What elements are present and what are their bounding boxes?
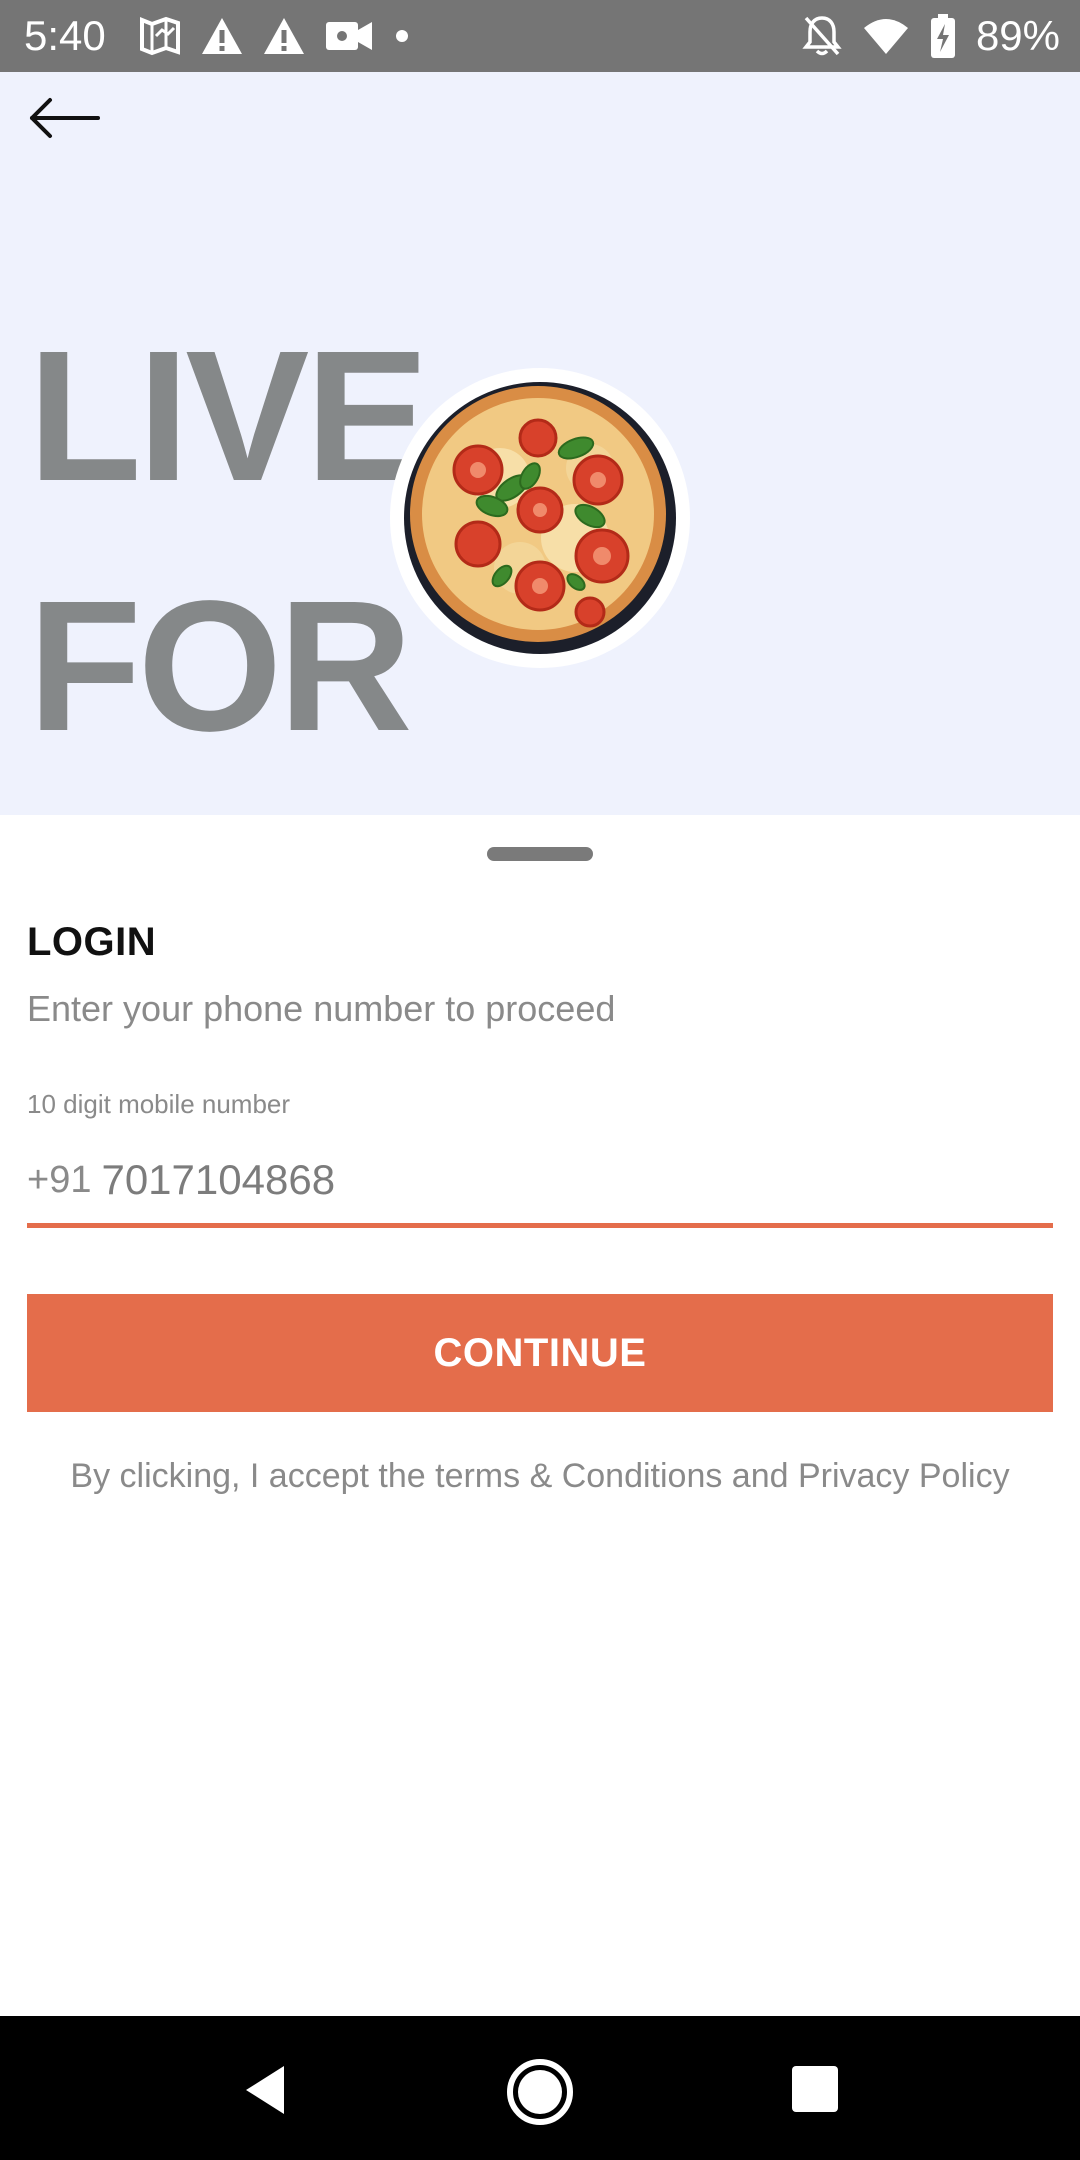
phone-input-field[interactable]: +91 7017104868 <box>27 1150 1053 1210</box>
warning-icon <box>202 18 242 54</box>
wifi-icon <box>863 19 908 54</box>
dot-icon <box>396 30 408 42</box>
status-time: 5:40 <box>24 12 106 59</box>
terms-text[interactable]: By clicking, I accept the terms & Condit… <box>0 1457 1080 1496</box>
recents-square-icon[interactable] <box>786 2060 846 2120</box>
status-bar: 5:40 89% <box>0 0 1080 72</box>
phone-input-underline <box>27 1223 1053 1228</box>
hero-banner: LIVE FOR <box>0 72 1080 815</box>
bell-off-icon <box>802 16 842 56</box>
back-arrow-icon[interactable] <box>26 90 102 146</box>
sheet-drag-handle[interactable] <box>487 847 593 861</box>
pizza-image <box>390 368 690 668</box>
phone-number-input[interactable]: 7017104868 <box>101 1156 335 1204</box>
login-title: LOGIN <box>27 920 157 964</box>
navigation-bar <box>0 2016 1080 2160</box>
home-circle-icon[interactable] <box>504 2056 576 2128</box>
country-code-prefix: +91 <box>27 1158 92 1201</box>
status-icons-left <box>138 14 412 58</box>
warning-icon <box>264 18 304 54</box>
phone-field-label: 10 digit mobile number <box>27 1089 291 1119</box>
hero-word-for: FOR <box>28 563 413 770</box>
pizza-illustration <box>404 382 676 654</box>
continue-button[interactable]: CONTINUE <box>27 1294 1053 1412</box>
back-triangle-icon[interactable] <box>238 2060 298 2120</box>
hero-word-live: LIVE <box>28 313 429 520</box>
video-camera-icon <box>326 22 372 50</box>
map-icon <box>140 16 180 56</box>
login-subtitle: Enter your phone number to proceed <box>27 988 616 1029</box>
battery-percentage: 89% <box>975 12 1060 59</box>
status-icons-right: 89% <box>802 12 1060 60</box>
battery-charging-icon <box>930 14 955 58</box>
login-sheet: LOGIN Enter your phone number to proceed… <box>0 815 1080 2015</box>
